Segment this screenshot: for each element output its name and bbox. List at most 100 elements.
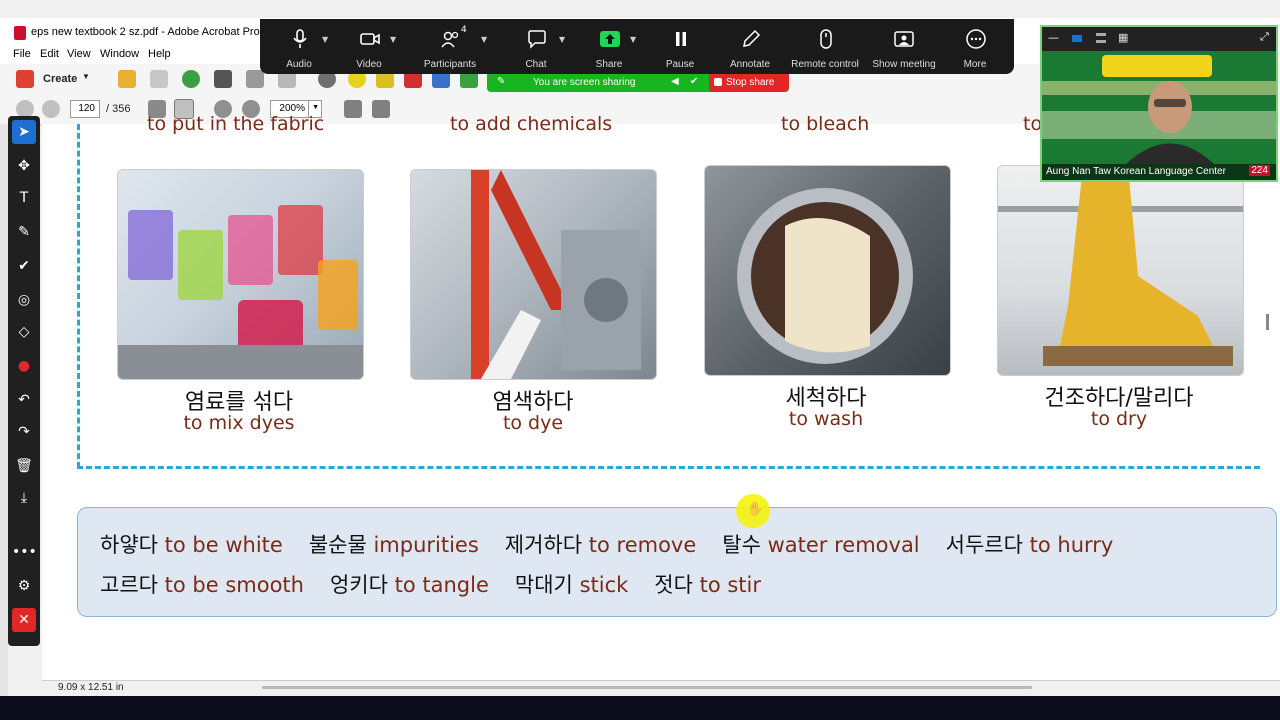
stop-share-label: Stop share xyxy=(726,77,775,88)
share-button[interactable]: Share ▼ xyxy=(574,19,644,74)
vocab-english: to hurry xyxy=(1029,533,1114,557)
pencil-icon[interactable]: ✎ xyxy=(497,76,505,87)
participant-name: Aung Nan Taw Korean Language Center xyxy=(1046,166,1226,177)
save-annotation-icon[interactable]: ⤓ xyxy=(12,486,36,510)
chevron-down-icon[interactable]: ▼ xyxy=(559,35,565,44)
chevron-down-icon[interactable]: ▼ xyxy=(322,35,328,44)
photo-drying-fabric xyxy=(997,165,1244,376)
vocab-korean: 엉키다 xyxy=(329,573,388,597)
checkmark-icon[interactable]: ✔ xyxy=(12,254,36,278)
create-button[interactable]: Create xyxy=(43,73,77,85)
fit-width-icon[interactable] xyxy=(372,100,390,118)
annotate-pen-icon xyxy=(743,29,761,47)
photo-dyeing-machine xyxy=(410,169,657,380)
stop-share-button[interactable]: Stop share xyxy=(709,74,789,92)
shield-check-icon: ✔ xyxy=(690,76,699,87)
cut-label: to put in the fabric xyxy=(147,113,325,135)
pause-share-button[interactable]: Pause xyxy=(645,19,715,74)
mouse-icon xyxy=(820,29,832,49)
expand-icon[interactable]: ⤢ xyxy=(1260,30,1269,44)
vocab-english: stick xyxy=(579,573,629,597)
speaker-icon[interactable]: ◀ xyxy=(671,76,679,87)
drying-illustration xyxy=(998,166,1243,366)
minimize-icon[interactable]: — xyxy=(1048,31,1059,44)
acrobat-app-icon xyxy=(14,26,26,40)
annotate-button[interactable]: Annotate xyxy=(715,19,785,74)
eraser-icon[interactable]: ◇ xyxy=(12,320,36,344)
vocab-korean: 불순물 xyxy=(308,533,367,557)
page-number-input[interactable]: 120 xyxy=(70,100,100,118)
create-icon xyxy=(16,70,34,88)
more-label: More xyxy=(963,59,987,70)
participant-badge: 224 xyxy=(1249,165,1270,176)
dashed-border-bottom xyxy=(77,466,1260,469)
chat-button[interactable]: Chat ▼ xyxy=(501,19,571,74)
video-feed xyxy=(1042,51,1276,164)
text-icon[interactable]: T xyxy=(12,186,36,210)
fit-page-icon[interactable] xyxy=(344,100,362,118)
beakers-illustration xyxy=(118,205,363,379)
audio-label: Audio xyxy=(286,59,312,70)
left-pane xyxy=(0,124,8,696)
move-icon[interactable]: ✥ xyxy=(12,154,36,178)
video-button[interactable]: Video ▼ xyxy=(334,19,404,74)
menu-edit[interactable]: Edit xyxy=(40,48,59,60)
show-meeting-button[interactable]: Show meeting xyxy=(866,19,942,74)
more-button[interactable]: More xyxy=(940,19,1010,74)
share-label: Share xyxy=(595,59,623,70)
spotlight-icon[interactable]: ◎ xyxy=(12,288,36,312)
pen-icon[interactable]: ✎ xyxy=(12,220,36,244)
close-annotation-icon[interactable]: ✕ xyxy=(12,608,36,632)
pointer-icon[interactable]: ➤ xyxy=(12,120,36,144)
menu-help[interactable]: Help xyxy=(148,48,171,60)
remote-control-button[interactable]: Remote control xyxy=(786,19,864,74)
vertical-scrollbar[interactable] xyxy=(1266,314,1269,330)
cursor-highlight: ✋ xyxy=(736,494,770,528)
undo-icon[interactable]: ↶ xyxy=(12,388,36,412)
redo-icon[interactable]: ↷ xyxy=(12,420,36,444)
photo-washing-machine xyxy=(704,165,951,376)
menu-file[interactable]: File xyxy=(13,48,31,60)
more-dots-icon xyxy=(966,29,986,49)
page-size-readout: 9.09 x 12.51 in xyxy=(58,682,124,693)
washer-illustration xyxy=(737,188,913,364)
chevron-down-icon[interactable]: ▼ xyxy=(481,35,487,44)
hand-cursor-icon: ✋ xyxy=(747,502,764,517)
vocab-english: to be white xyxy=(164,533,283,557)
vocab-english: water removal xyxy=(767,533,920,557)
open-folder-icon[interactable] xyxy=(118,70,136,88)
participant-name-bar: Aung Nan Taw Korean Language Center 224 xyxy=(1042,164,1276,180)
color-icon[interactable]: ● xyxy=(12,354,36,378)
menu-window[interactable]: Window xyxy=(100,48,139,60)
strip-view-icon[interactable] xyxy=(1096,33,1106,43)
audio-button[interactable]: Audio ▼ xyxy=(264,19,334,74)
chevron-down-icon[interactable]: ▼ xyxy=(82,72,90,81)
vocab-english: to stir xyxy=(699,573,762,597)
save-icon[interactable] xyxy=(150,70,168,88)
vocab-english: impurities xyxy=(373,533,479,557)
more-options-icon[interactable]: ••• xyxy=(12,540,37,564)
horizontal-scrollbar[interactable] xyxy=(262,686,1032,689)
menu-view[interactable]: View xyxy=(67,48,91,60)
participants-button[interactable]: 4 Participants ▼ xyxy=(415,19,487,74)
trash-icon[interactable]: 🗑 xyxy=(12,454,36,478)
participant-video-tile[interactable]: — ▦ ⤢ Aung Nan Taw Korean Language Cente… xyxy=(1040,25,1278,182)
card-english-label: to wash xyxy=(788,408,864,430)
edit-icon[interactable] xyxy=(246,70,264,88)
cloud-upload-icon[interactable] xyxy=(182,70,200,88)
next-page-icon[interactable] xyxy=(42,100,60,118)
pause-icon xyxy=(676,32,686,46)
page-total: / 356 xyxy=(106,103,131,115)
card-english-label: to dry xyxy=(1090,408,1148,430)
print-icon[interactable] xyxy=(214,70,232,88)
vocab-korean: 고르다 xyxy=(100,573,158,597)
vocab-row: 고르다 to be smooth 엉키다 to tangle 막대기 stick 젓다… xyxy=(100,569,761,599)
share-screen-icon xyxy=(600,31,620,47)
settings-icon[interactable]: ⚙ xyxy=(12,574,36,598)
speaker-view-icon[interactable] xyxy=(1072,35,1082,42)
participants-label: Participants xyxy=(423,59,477,70)
vocab-korean: 하얗다 xyxy=(100,533,158,557)
chevron-down-icon[interactable]: ▼ xyxy=(390,35,396,44)
grid-view-icon[interactable]: ▦ xyxy=(1118,31,1128,44)
chevron-down-icon[interactable]: ▼ xyxy=(630,35,636,44)
